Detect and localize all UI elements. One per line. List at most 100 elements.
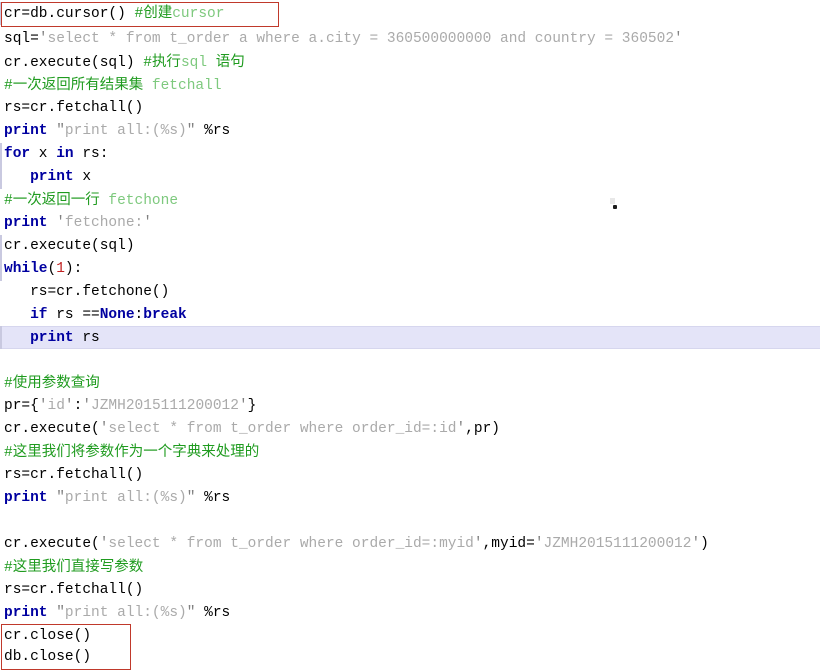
code-token: 创建 <box>143 5 173 21</box>
code-token: id <box>47 398 65 414</box>
code-token: db.close() <box>4 649 92 665</box>
code-line[interactable]: print 'fetchone:' <box>0 212 820 235</box>
code-token: " <box>56 490 65 506</box>
code-token: cr.execute( <box>4 421 100 437</box>
code-editor-pane[interactable]: cr=db.cursor() #创建cursor sql='select * fr… <box>0 0 820 670</box>
code-token: rs=cr.fetchall() <box>4 582 144 598</box>
code-line[interactable] <box>0 510 820 533</box>
code-token: # <box>4 376 13 392</box>
code-token: ' <box>456 421 466 437</box>
code-token: ): <box>64 261 83 277</box>
code-line[interactable]: cr.execute(sql) <box>0 235 820 258</box>
code-line[interactable]: #这里我们将参数作为一个字典来处理的 <box>0 441 820 464</box>
code-token: cr.execute(sql) <box>4 238 135 254</box>
code-line[interactable] <box>0 349 820 372</box>
code-token: ' <box>38 31 48 47</box>
code-token: ' <box>473 536 483 552</box>
code-token: # <box>4 560 13 576</box>
code-token: select * from t_order where order_id=:id <box>108 421 457 437</box>
code-line[interactable]: rs=cr.fetchall() <box>0 97 820 120</box>
code-token: cr.execute( <box>4 536 100 552</box>
code-token: print all:(%s) <box>64 123 187 139</box>
code-token: ' <box>38 398 48 414</box>
code-line[interactable]: #一次返回所有结果集 fetchall <box>0 74 820 97</box>
code-token: print <box>4 123 48 139</box>
code-token: pr={ <box>4 398 39 414</box>
code-line[interactable]: if rs ==None:break <box>0 304 820 327</box>
code-line[interactable]: cr.execute(sql) #执行sql 语句 <box>0 51 820 74</box>
code-token: while <box>4 261 48 277</box>
code-token: print all:(%s) <box>64 490 187 506</box>
code-token: # <box>4 78 13 94</box>
code-line[interactable]: for x in rs: <box>0 143 820 166</box>
code-token: 这里我们将参数作为一个字典来处理的 <box>12 444 260 460</box>
code-token: ' <box>143 215 152 231</box>
code-token: 使用参数查询 <box>12 375 100 391</box>
code-token: x <box>30 146 57 162</box>
code-token: rs == <box>47 307 100 323</box>
code-token: # <box>134 6 144 22</box>
code-line[interactable]: print "print all:(%s)" %rs <box>0 120 820 143</box>
code-line[interactable]: print "print all:(%s)" %rs <box>0 602 820 625</box>
code-token: ' <box>691 536 701 552</box>
code-token: " <box>56 605 65 621</box>
gutter-change-marker <box>0 235 2 258</box>
code-token: ' <box>238 398 248 414</box>
code-line[interactable]: rs=cr.fetchall() <box>0 579 820 602</box>
code-token: } <box>247 398 257 414</box>
code-token: JZMH2015111200012 <box>91 398 239 414</box>
code-token: sql <box>180 55 216 71</box>
code-token: in <box>56 146 74 162</box>
code-line[interactable]: sql='select * from t_order a where a.cit… <box>0 28 820 51</box>
gutter-change-marker <box>0 2 2 25</box>
code-token: : <box>134 307 144 323</box>
code-token: 这里我们直接写参数 <box>12 559 144 575</box>
code-line[interactable]: db.close() <box>0 646 820 669</box>
code-line[interactable]: #这里我们直接写参数 <box>0 556 820 579</box>
code-token: 一次返回所有结果集 <box>12 77 144 93</box>
code-token: 1 <box>56 261 65 277</box>
code-token: rs=cr.fetchall() <box>4 100 144 116</box>
code-token: x <box>73 169 92 185</box>
code-line[interactable]: cr=db.cursor() #创建cursor <box>0 2 820 25</box>
code-line[interactable]: pr={'id':'JZMH2015111200012'} <box>0 395 820 418</box>
code-token: rs: <box>73 146 109 162</box>
code-token: " <box>56 123 65 139</box>
code-token: ) <box>700 536 709 552</box>
code-token: sql= <box>4 31 39 47</box>
code-token: ,myid= <box>482 536 535 552</box>
code-token: 一次返回一行 <box>12 192 100 208</box>
code-line[interactable]: cr.execute( 'select * from t_order where … <box>0 418 820 441</box>
code-token: print all:(%s) <box>64 605 187 621</box>
code-line[interactable]: while(1): <box>0 258 820 281</box>
code-token: %rs <box>195 605 231 621</box>
code-token: ' <box>82 398 92 414</box>
code-line[interactable]: rs=cr.fetchall() <box>0 464 820 487</box>
code-line[interactable]: cr.execute('select * from t_order where … <box>0 533 820 556</box>
code-line[interactable]: print "print all:(%s)" %rs <box>0 487 820 510</box>
code-token: ' <box>56 215 65 231</box>
code-line[interactable]: cr.close() <box>0 625 820 648</box>
gutter-change-marker <box>0 258 2 281</box>
code-line[interactable]: rs=cr.fetchone() <box>0 281 820 304</box>
code-token: break <box>143 307 187 323</box>
code-line[interactable]: print x <box>0 166 820 189</box>
code-token: print <box>30 330 74 346</box>
gutter-change-marker <box>0 326 2 349</box>
code-token: print <box>30 169 74 185</box>
code-token: # <box>4 193 13 209</box>
code-line-highlighted[interactable]: print rs <box>0 326 820 349</box>
code-token: %rs <box>195 123 231 139</box>
gutter-change-marker <box>0 166 2 189</box>
code-line[interactable]: #一次返回一行 fetchone <box>0 189 820 212</box>
code-token: cr=db.cursor() <box>4 6 135 22</box>
code-line[interactable]: #使用参数查询 <box>0 372 820 395</box>
code-token: 执行 <box>151 54 181 70</box>
mouse-pointer-icon <box>609 198 620 211</box>
